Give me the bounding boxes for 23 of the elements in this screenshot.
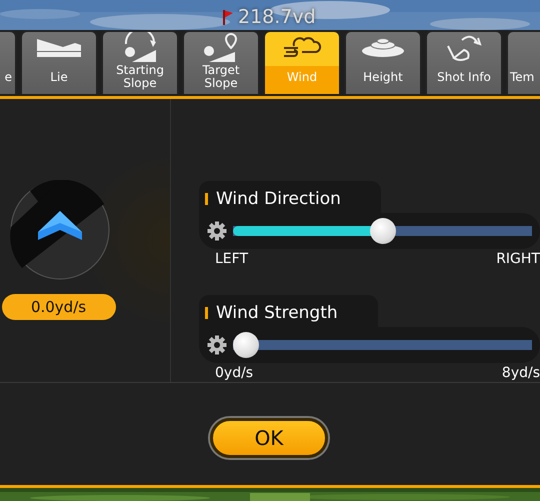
tab[interactable]: e: [0, 30, 17, 94]
min-label: LEFT: [215, 251, 248, 267]
tab[interactable]: Tem: [506, 30, 540, 94]
tab[interactable]: Shot Info: [425, 30, 503, 94]
max-label: RIGHT: [496, 251, 540, 267]
min-label: 0yd/s: [215, 365, 254, 381]
golf-ball-thumb[interactable]: [370, 218, 396, 244]
distance-readout: 218.7vd: [238, 6, 316, 28]
stacked-plates-icon: [360, 36, 406, 60]
tab[interactable]: Target Slope: [182, 30, 260, 94]
wind-speed-badge: 0.0yd/s: [2, 294, 116, 320]
ok-button[interactable]: OK: [210, 418, 328, 458]
golf-ball-thumb[interactable]: [233, 332, 259, 358]
max-label: 8yd/s: [502, 365, 540, 381]
tab[interactable]: Lie: [20, 30, 98, 94]
slider-title: Wind Direction: [216, 189, 341, 209]
slider-title: Wind Strength: [216, 303, 338, 323]
flag-icon: [222, 9, 234, 25]
gear-icon[interactable]: [207, 221, 227, 241]
tab[interactable]: Height: [344, 30, 422, 94]
gear-icon[interactable]: [207, 335, 227, 355]
lie-icon: [35, 37, 83, 59]
tab[interactable]: Starting Slope: [101, 30, 179, 94]
